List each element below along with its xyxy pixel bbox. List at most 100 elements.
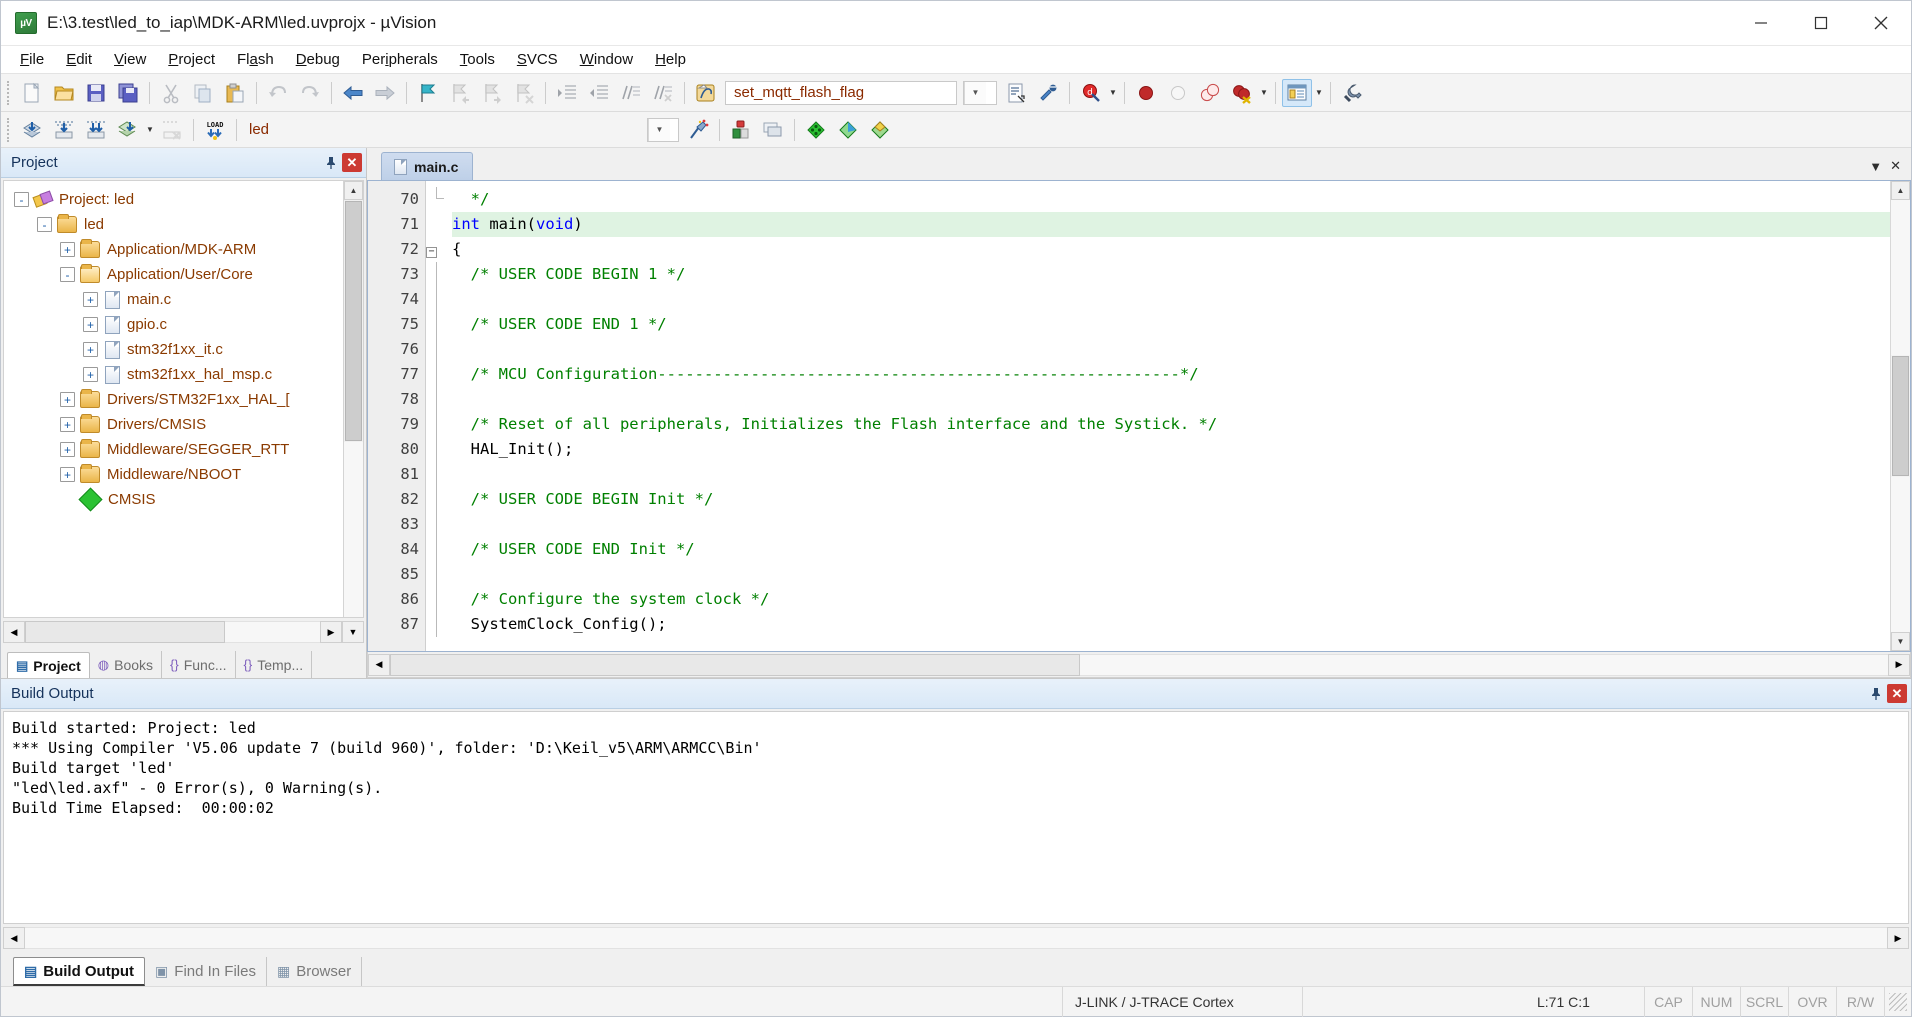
expand-icon[interactable]: + (83, 367, 98, 382)
scroll-right-icon[interactable]: ▶ (320, 621, 342, 643)
close-icon[interactable]: ✕ (1887, 684, 1907, 703)
open-file-icon[interactable] (49, 79, 79, 107)
code-line[interactable]: /* USER CODE END 1 */ (452, 312, 1890, 337)
code-line[interactable]: int main(void) (452, 212, 1890, 237)
function-combo[interactable]: set_mqtt_flash_flag (725, 80, 957, 105)
expand-icon[interactable]: + (83, 342, 98, 357)
chevron-down-icon[interactable]: ▼ (1869, 159, 1882, 174)
scroll-up-icon[interactable]: ▲ (1891, 181, 1910, 200)
bookmark-prev-icon[interactable] (445, 79, 475, 107)
code-line[interactable]: SystemClock_Config(); (452, 612, 1890, 637)
expand-icon[interactable]: + (60, 467, 75, 482)
options-for-target-icon[interactable] (726, 116, 756, 144)
code-line[interactable] (452, 562, 1890, 587)
hscroll-track[interactable] (1080, 653, 1888, 676)
scroll-thumb[interactable] (345, 201, 362, 441)
expand-icon[interactable]: + (60, 242, 75, 257)
disable-all-breakpoints-icon[interactable] (1195, 79, 1225, 107)
hscroll-thumb[interactable] (390, 653, 1080, 676)
code-folding-column[interactable]: − (426, 181, 448, 651)
save-icon[interactable] (81, 79, 111, 107)
paste-icon[interactable] (220, 79, 250, 107)
pin-icon[interactable] (320, 152, 342, 174)
build-target-icon[interactable] (49, 116, 79, 144)
menu-tools[interactable]: Tools (449, 48, 506, 71)
navigate-forward-icon[interactable] (370, 79, 400, 107)
code-line[interactable]: /* MCU Configuration--------------------… (452, 362, 1890, 387)
code-line[interactable]: /* USER CODE END Init */ (452, 537, 1890, 562)
tree-item-stm32f1xx-hal-msp-c[interactable]: + stm32f1xx_hal_msp.c (8, 362, 343, 387)
scroll-right-icon[interactable]: ▶ (1888, 653, 1910, 676)
toolbar-grip[interactable] (7, 80, 11, 105)
rebuild-all-icon[interactable] (81, 116, 111, 144)
multi-project-icon[interactable] (758, 116, 788, 144)
tree-item-main-c[interactable]: + main.c (8, 287, 343, 312)
uncomment-icon[interactable] (648, 79, 678, 107)
kill-all-breakpoints-icon[interactable] (1227, 79, 1257, 107)
expand-icon[interactable]: + (60, 392, 75, 407)
editor-vscrollbar[interactable]: ▲ ▼ (1890, 181, 1910, 651)
build-output-hscrollbar[interactable]: ◀ ▶ (3, 926, 1909, 950)
tree-item-led[interactable]: - led (8, 212, 343, 237)
minimize-icon[interactable] (1731, 1, 1791, 46)
target-combo[interactable]: led (245, 118, 445, 142)
comment-icon[interactable] (616, 79, 646, 107)
fold-toggle-icon[interactable]: − (426, 246, 437, 258)
tree-item-cmsis[interactable]: CMSIS (8, 487, 343, 512)
code-line[interactable]: /* USER CODE BEGIN Init */ (452, 487, 1890, 512)
disable-breakpoint-icon[interactable] (1163, 79, 1193, 107)
project-tree-hscrollbar[interactable]: ◀ ▶ ▼ (3, 620, 364, 644)
code-line[interactable] (452, 287, 1890, 312)
code-line[interactable] (452, 387, 1890, 412)
editor-hscrollbar[interactable]: ◀ ▶ (367, 652, 1911, 678)
pin-icon[interactable] (1865, 683, 1887, 705)
expand-icon[interactable]: + (60, 442, 75, 457)
close-icon[interactable]: ✕ (342, 153, 362, 172)
manage-windows-icon[interactable] (1282, 78, 1312, 107)
menu-view[interactable]: View (103, 48, 157, 71)
scroll-left-icon[interactable]: ◀ (368, 653, 390, 676)
chevron-down-icon[interactable]: ▼ (1107, 79, 1119, 107)
toolbar-grip[interactable] (7, 117, 11, 142)
goto-definition-icon[interactable] (691, 79, 721, 107)
hscroll-thumb[interactable] (25, 621, 225, 643)
hscroll-track[interactable] (25, 927, 1887, 949)
insert-breakpoint-icon[interactable] (1131, 79, 1161, 107)
scroll-up-icon[interactable]: ▲ (344, 181, 363, 200)
pack-installer-icon[interactable] (801, 116, 831, 144)
hscroll-track[interactable] (225, 621, 320, 643)
undo-icon[interactable] (263, 79, 293, 107)
tree-item-project-led[interactable]: - Project: led (8, 187, 343, 212)
copy-icon[interactable] (188, 79, 218, 107)
bottom-tab-browser[interactable]: ▦ Browser (267, 957, 363, 986)
menu-help[interactable]: Help (644, 48, 697, 71)
fold-toggle-icon[interactable]: − (426, 237, 448, 262)
scroll-left-icon[interactable]: ◀ (3, 927, 25, 949)
collapse-icon[interactable]: - (37, 217, 52, 232)
target-combo-dropdown[interactable]: ▼ (647, 117, 679, 142)
editor-tab-main-c[interactable]: main.c (381, 152, 474, 180)
new-file-icon[interactable] (17, 79, 47, 107)
code-line[interactable]: HAL_Init(); (452, 437, 1890, 462)
tree-item-gpio-c[interactable]: + gpio.c (8, 312, 343, 337)
scroll-track[interactable] (344, 442, 363, 617)
configure-target-icon[interactable] (1337, 79, 1367, 107)
bookmark-clear-icon[interactable] (509, 79, 539, 107)
tree-item-application-user-core[interactable]: - Application/User/Core (8, 262, 343, 287)
chevron-down-icon[interactable]: ▼ (1313, 79, 1325, 107)
pack-icon[interactable] (865, 116, 895, 144)
code-line[interactable]: { (452, 237, 1890, 262)
bookmark-next-icon[interactable] (477, 79, 507, 107)
code-line[interactable]: /* Reset of all peripherals, Initializes… (452, 412, 1890, 437)
menu-window[interactable]: Window (569, 48, 644, 71)
build-output-text[interactable]: Build started: Project: led *** Using Com… (3, 711, 1909, 924)
scroll-right-icon[interactable]: ▶ (1887, 927, 1909, 949)
bookmark-toggle-icon[interactable] (413, 79, 443, 107)
collapse-icon[interactable]: - (60, 267, 75, 282)
chevron-down-icon[interactable]: ▼ (144, 116, 156, 144)
translate-file-icon[interactable] (17, 116, 47, 144)
manage-project-items-icon[interactable] (833, 116, 863, 144)
menu-file[interactable]: File (9, 48, 55, 71)
collapse-icon[interactable]: - (14, 192, 29, 207)
scroll-down-icon[interactable]: ▼ (1891, 632, 1910, 651)
